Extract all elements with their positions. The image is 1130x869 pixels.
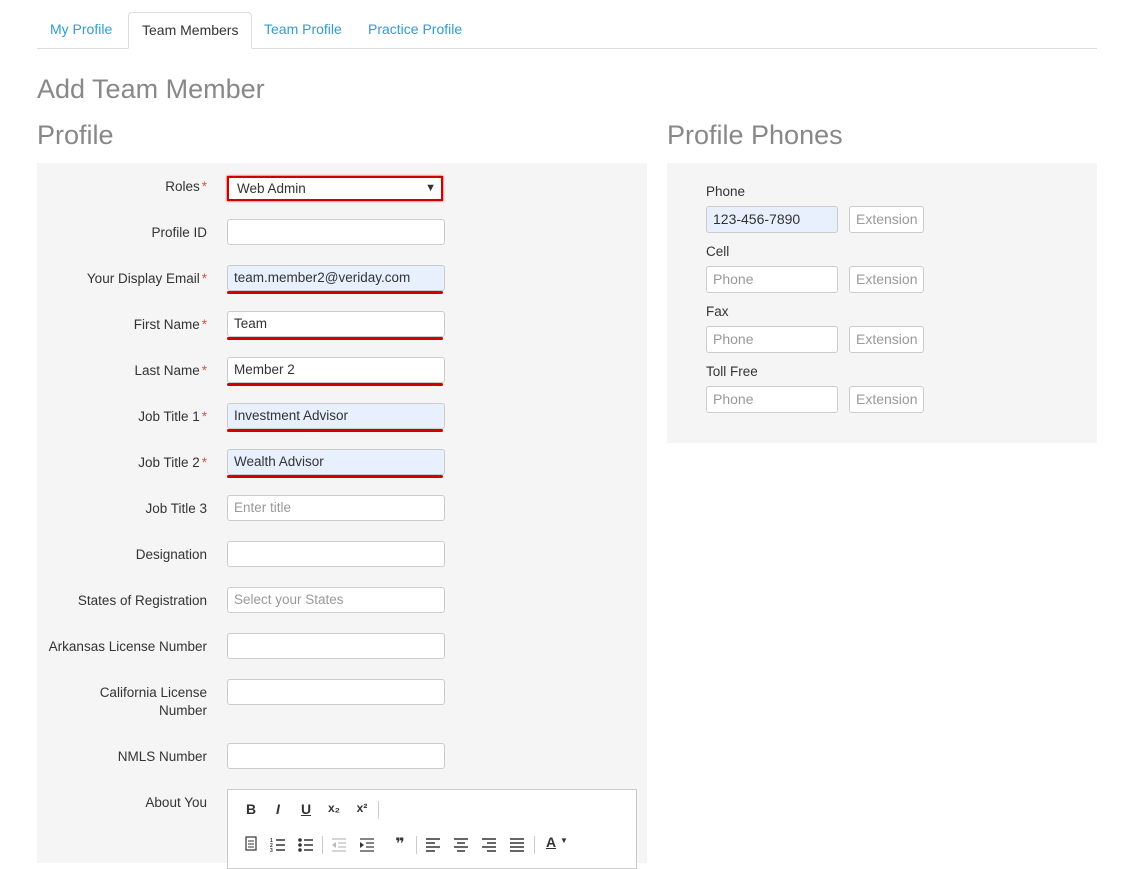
underline-button[interactable]: U — [296, 801, 316, 817]
superscript-button[interactable]: x² — [352, 801, 372, 815]
designation-label: Designation — [135, 547, 207, 562]
about-you-editor[interactable]: B I U x₂ x² 123 ❞ A ▼ — [227, 789, 637, 869]
first-name-input[interactable]: Team — [227, 311, 445, 337]
states-label: States of Registration — [77, 593, 207, 608]
caret-down-icon[interactable]: ▼ — [554, 836, 574, 845]
align-left-icon[interactable] — [423, 836, 443, 852]
cell-input[interactable]: Phone — [706, 266, 838, 293]
states-input[interactable]: Select your States — [227, 587, 445, 613]
fax-extension-input[interactable]: Extension — [849, 326, 924, 353]
profile-tabs: My Profile Team Members Team Profile Pra… — [37, 12, 1097, 49]
toll-free-label: Toll Free — [706, 364, 758, 379]
arkansas-license-input[interactable] — [227, 633, 445, 659]
display-email-label: Your Display Email * — [86, 271, 207, 286]
job-title-1-input[interactable]: Investment Advisor — [227, 403, 445, 429]
toll-free-extension-input[interactable]: Extension — [849, 386, 924, 413]
toll-free-input[interactable]: Phone — [706, 386, 838, 413]
highlight-underline — [227, 475, 443, 478]
roles-select[interactable]: Web Admin ▼ — [227, 176, 443, 201]
arkansas-license-label: Arkansas License Number — [48, 639, 207, 654]
align-right-icon[interactable] — [479, 836, 499, 852]
source-document-icon[interactable] — [241, 836, 261, 852]
cell-label: Cell — [706, 244, 730, 259]
california-license-input[interactable] — [227, 679, 445, 705]
tab-practice-profile[interactable]: Practice Profile — [355, 12, 475, 47]
outdent-icon[interactable] — [329, 836, 349, 852]
roles-label: Roles * — [165, 179, 207, 194]
highlight-underline — [227, 383, 443, 386]
highlight-underline — [227, 291, 443, 294]
last-name-label: Last Name * — [134, 363, 207, 378]
bold-button[interactable]: B — [241, 801, 261, 817]
subscript-button[interactable]: x₂ — [324, 801, 344, 815]
page-title: Add Team Member — [37, 74, 265, 104]
svg-text:3: 3 — [270, 848, 273, 852]
profile-phones-heading: Profile Phones — [667, 120, 843, 150]
align-center-icon[interactable] — [451, 836, 471, 852]
indent-icon[interactable] — [357, 836, 377, 852]
last-name-input[interactable]: Member 2 — [227, 357, 445, 383]
profile-form: Roles * Web Admin ▼ Profile ID Your Displa… — [37, 163, 647, 869]
phone-input[interactable]: 123-456-7890 — [706, 206, 838, 233]
cell-extension-input[interactable]: Extension — [849, 266, 924, 293]
tab-team-profile[interactable]: Team Profile — [251, 12, 355, 47]
fax-input[interactable]: Phone — [706, 326, 838, 353]
toolbar-separator — [322, 836, 323, 854]
about-you-label: About You — [145, 795, 207, 810]
designation-input[interactable] — [227, 541, 445, 567]
chevron-down-icon: ▼ — [425, 182, 436, 194]
profile-heading: Profile — [37, 120, 114, 150]
highlight-underline — [227, 429, 443, 432]
california-license-label: California License Number — [99, 685, 207, 718]
toolbar-separator — [416, 836, 417, 854]
toolbar-separator — [534, 836, 535, 854]
job-title-3-label: Job Title 3 — [145, 501, 207, 516]
blockquote-button[interactable]: ❞ — [390, 834, 410, 854]
highlight-underline — [227, 337, 443, 340]
numbered-list-icon[interactable]: 123 — [268, 836, 288, 852]
fax-label: Fax — [706, 304, 729, 319]
profile-id-input[interactable] — [227, 219, 445, 245]
first-name-label: First Name * — [133, 317, 207, 332]
bulleted-list-icon[interactable] — [296, 836, 316, 852]
job-title-2-label: Job Title 2 * — [138, 455, 207, 470]
job-title-3-input[interactable]: Enter title — [227, 495, 445, 521]
job-title-1-label: Job Title 1 * — [138, 409, 207, 424]
phone-extension-input[interactable]: Extension — [849, 206, 924, 233]
italic-button[interactable]: I — [268, 801, 288, 817]
tab-my-profile[interactable]: My Profile — [37, 12, 125, 47]
align-justify-icon[interactable] — [507, 836, 527, 852]
nmls-label: NMLS Number — [117, 749, 207, 764]
tab-team-members[interactable]: Team Members — [128, 12, 253, 49]
profile-id-label: Profile ID — [151, 225, 207, 240]
job-title-2-input[interactable]: Wealth Advisor — [227, 449, 445, 475]
nmls-input[interactable] — [227, 743, 445, 769]
display-email-input[interactable]: team.member2@veriday.com — [227, 265, 445, 291]
toolbar-separator — [378, 801, 379, 819]
profile-phones-panel: Phone 123-456-7890 Extension Cell Phone … — [667, 163, 1097, 443]
phone-label: Phone — [706, 184, 746, 199]
